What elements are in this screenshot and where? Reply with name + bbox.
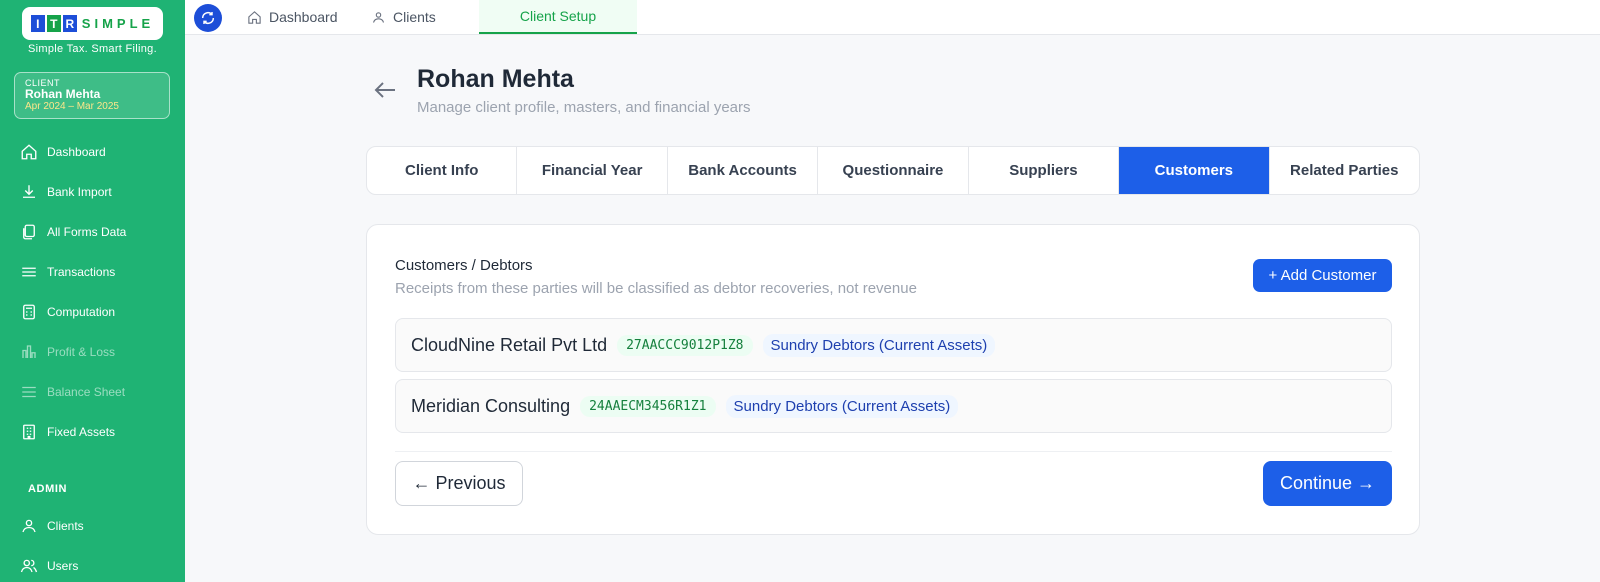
sidebar-item-label: Balance Sheet (47, 385, 126, 399)
logo-letter-t: T (46, 15, 61, 32)
sidebar-item-clients[interactable]: Clients (0, 508, 185, 544)
tab-questionnaire[interactable]: Questionnaire (818, 147, 969, 194)
list-icon (22, 267, 36, 277)
bar-chart-icon (22, 345, 36, 358)
customers-card: Customers / Debtors Receipts from these … (366, 224, 1420, 535)
clients-icon (22, 519, 36, 533)
gstin-badge: 27AACCC9012P1Z8 (617, 334, 753, 356)
customer-row[interactable]: CloudNine Retail Pvt Ltd 27AACCC9012P1Z8… (395, 318, 1392, 372)
itr-simple-logo[interactable]: I T R SIMPLE (22, 7, 163, 40)
clients-icon (372, 11, 385, 23)
tab-bank-accounts[interactable]: Bank Accounts (668, 147, 819, 194)
sidebar: I T R SIMPLE Simple Tax. Smart Filing. C… (0, 0, 185, 582)
back-arrow-icon[interactable] (373, 80, 397, 100)
tab-financial-year[interactable]: Financial Year (517, 147, 668, 194)
add-customer-button[interactable]: + Add Customer (1253, 259, 1392, 292)
logo-word: SIMPLE (81, 16, 155, 31)
sidebar-item-label: Computation (47, 305, 116, 319)
refresh-button[interactable] (194, 4, 222, 32)
client-card[interactable]: CLIENT Rohan Mehta Apr 2024 – Mar 2025 (14, 72, 170, 119)
customer-name: CloudNine Retail Pvt Ltd (411, 334, 608, 355)
sidebar-item-label: Fixed Assets (47, 425, 116, 439)
footer-divider (395, 451, 1392, 452)
client-card-name: Rohan Mehta (25, 87, 101, 101)
download-icon (23, 185, 35, 198)
users-icon (20, 559, 38, 573)
refresh-icon (201, 11, 215, 25)
ledger-group-badge: Sundry Debtors (Current Assets) (725, 394, 959, 418)
customer-name: Meridian Consulting (411, 395, 571, 416)
setup-tabs: Client Info Financial Year Bank Accounts… (366, 146, 1420, 195)
client-card-period: Apr 2024 – Mar 2025 (25, 101, 119, 112)
ledger-group-badge: Sundry Debtors (Current Assets) (762, 333, 996, 357)
sidebar-item-label: Clients (47, 519, 84, 533)
sidebar-item-label: Transactions (47, 265, 116, 279)
sidebar-item-label: Dashboard (47, 145, 106, 159)
admin-section-label: ADMIN (28, 483, 68, 495)
tab-related-parties[interactable]: Related Parties (1270, 147, 1419, 194)
sidebar-item-label: Users (47, 559, 79, 573)
tab-suppliers[interactable]: Suppliers (969, 147, 1120, 194)
tab-customers[interactable]: Customers (1119, 147, 1270, 194)
logo-letter-r: R (62, 15, 77, 32)
sidebar-item-fixed-assets[interactable]: Fixed Assets (0, 414, 185, 450)
previous-button[interactable]: ← Previous (395, 461, 523, 506)
top-tab-client-setup[interactable]: Client Setup (479, 0, 637, 34)
tab-client-info[interactable]: Client Info (367, 147, 518, 194)
lines-icon (22, 386, 36, 398)
calculator-icon (23, 304, 35, 320)
sidebar-item-bank-import[interactable]: Bank Import (0, 174, 185, 210)
sidebar-item-profit-loss[interactable]: Profit & Loss (0, 334, 185, 370)
sidebar-item-computation[interactable]: Computation (0, 294, 185, 330)
top-tab-label: Dashboard (269, 9, 338, 25)
sidebar-item-label: All Forms Data (47, 225, 127, 239)
documents-icon (23, 224, 35, 240)
sidebar-item-balance-sheet[interactable]: Balance Sheet (0, 374, 185, 410)
top-tab-clients[interactable]: Clients (371, 0, 436, 34)
customer-row[interactable]: Meridian Consulting 24AAECM3456R1Z1 Sund… (395, 379, 1392, 433)
top-bar: Dashboard Clients Client Setup (185, 0, 1600, 35)
section-title: Customers / Debtors (395, 257, 533, 274)
logo-letter-i: I (30, 15, 45, 32)
home-icon (21, 144, 37, 160)
page-subtitle: Manage client profile, masters, and fina… (417, 99, 751, 116)
section-subtitle: Receipts from these parties will be clas… (395, 280, 917, 297)
top-tab-label: Client Setup (519, 8, 597, 24)
top-tab-label: Clients (393, 9, 436, 25)
sidebar-item-label: Bank Import (47, 185, 112, 199)
gstin-badge: 24AAECM3456R1Z1 (580, 395, 716, 417)
sidebar-item-transactions[interactable]: Transactions (0, 254, 185, 290)
sidebar-item-label: Profit & Loss (47, 345, 116, 359)
continue-button[interactable]: Continue → (1263, 461, 1392, 506)
sidebar-item-dashboard[interactable]: Dashboard (0, 134, 185, 170)
tagline: Simple Tax. Smart Filing. (28, 43, 157, 55)
sidebar-item-users[interactable]: Users (0, 548, 185, 582)
sidebar-item-all-forms-data[interactable]: All Forms Data (0, 214, 185, 250)
home-icon (248, 10, 261, 24)
top-tab-dashboard[interactable]: Dashboard (247, 0, 338, 34)
page-title: Rohan Mehta (417, 65, 574, 93)
building-icon (23, 424, 35, 440)
